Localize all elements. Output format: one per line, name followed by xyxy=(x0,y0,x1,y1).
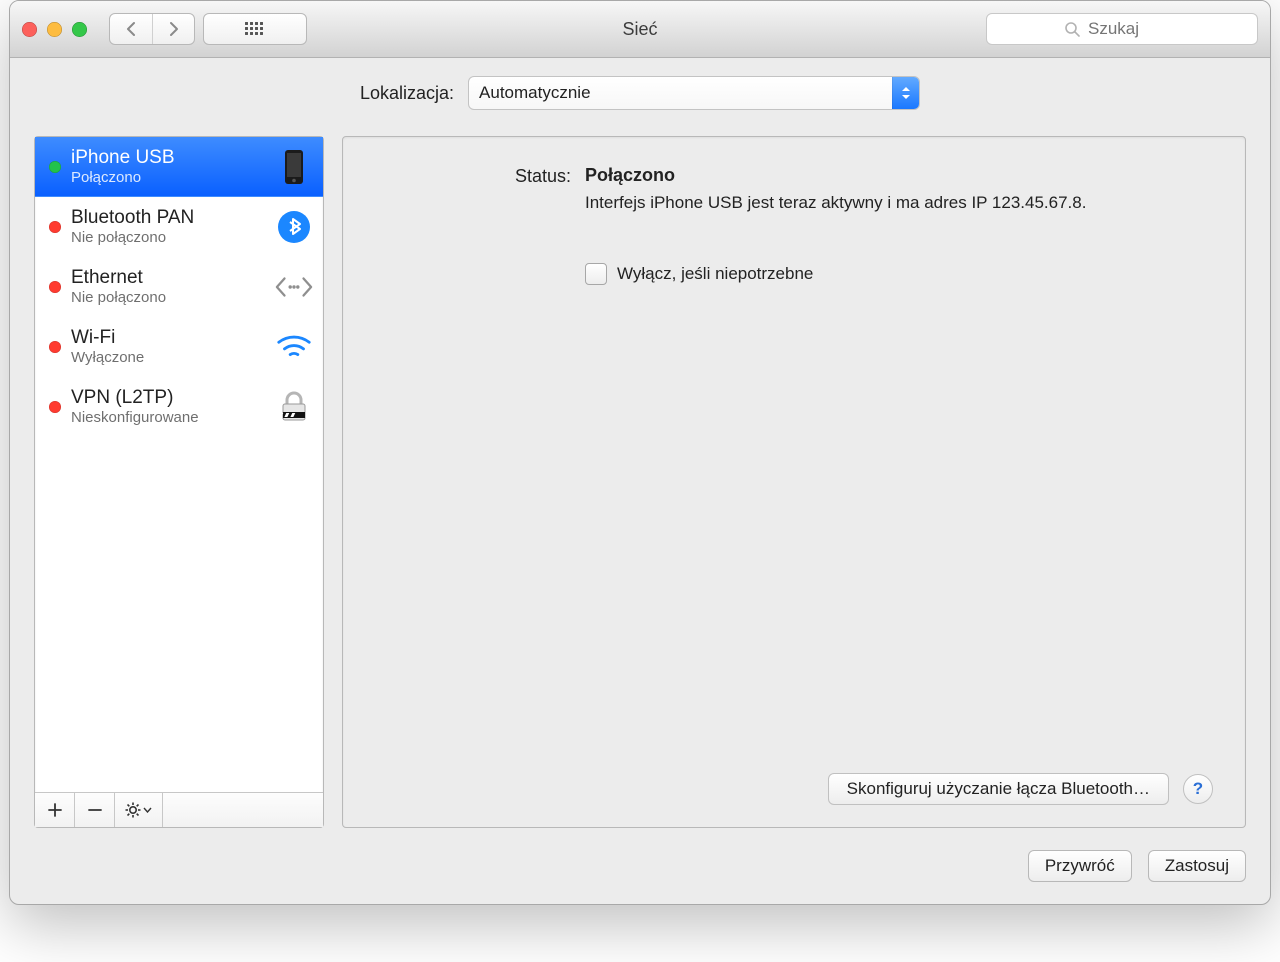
ethernet-icon xyxy=(275,274,313,300)
sidebar-toolbar xyxy=(35,792,323,827)
status-row: Status: Połączono Interfejs iPhone USB j… xyxy=(371,165,1213,215)
service-item-wifi[interactable]: Wi-Fi Wyłączone xyxy=(35,317,323,377)
service-status: Nie połączono xyxy=(71,229,265,246)
service-name: Wi-Fi xyxy=(71,327,265,349)
service-text: iPhone USB Połączono xyxy=(71,147,265,186)
service-name: Ethernet xyxy=(71,267,265,289)
service-text: Wi-Fi Wyłączone xyxy=(71,327,265,366)
status-dot-icon xyxy=(49,341,61,353)
gear-icon xyxy=(125,802,141,818)
remove-service-button[interactable] xyxy=(75,793,115,827)
close-window-button[interactable] xyxy=(22,22,37,37)
service-name: VPN (L2TP) xyxy=(71,387,265,409)
status-dot-icon xyxy=(49,281,61,293)
chevron-down-icon xyxy=(143,807,152,813)
question-mark-icon: ? xyxy=(1193,779,1203,799)
service-item-iphone-usb[interactable]: iPhone USB Połączono xyxy=(35,137,323,197)
location-popup[interactable]: Automatycznie xyxy=(468,76,920,110)
configure-bluetooth-button[interactable]: Skonfiguruj użyczanie łącza Bluetooth… xyxy=(828,773,1169,805)
add-service-button[interactable] xyxy=(35,793,75,827)
status-label: Status: xyxy=(371,165,571,215)
configure-bluetooth-label: Skonfiguruj użyczanie łącza Bluetooth… xyxy=(847,779,1150,799)
back-button[interactable] xyxy=(110,14,152,44)
titlebar: Sieć xyxy=(10,1,1270,58)
status-value: Połączono xyxy=(585,165,1213,186)
status-description: Interfejs iPhone USB jest teraz aktywny … xyxy=(585,192,1105,215)
service-text: Bluetooth PAN Nie połączono xyxy=(71,207,265,246)
forward-button[interactable] xyxy=(152,14,194,44)
revert-label: Przywróć xyxy=(1045,856,1115,876)
show-all-button[interactable] xyxy=(203,13,307,45)
service-item-ethernet[interactable]: Ethernet Nie połączono xyxy=(35,257,323,317)
disable-if-unneeded-label: Wyłącz, jeśli niepotrzebne xyxy=(617,264,813,284)
apply-label: Zastosuj xyxy=(1165,856,1229,876)
service-name: Bluetooth PAN xyxy=(71,207,265,229)
location-value: Automatycznie xyxy=(479,83,591,103)
minus-icon xyxy=(88,803,102,817)
iphone-icon xyxy=(275,149,313,185)
revert-button[interactable]: Przywróć xyxy=(1028,850,1132,882)
detail-footer: Skonfiguruj użyczanie łącza Bluetooth… ? xyxy=(371,773,1213,805)
wifi-icon xyxy=(275,332,313,362)
search-input[interactable] xyxy=(1086,18,1180,40)
service-text: VPN (L2TP) Nieskonfigurowane xyxy=(71,387,265,426)
content-area: Lokalizacja: Automatycznie iPhone USB Po… xyxy=(10,58,1270,904)
detail-panel: Status: Połączono Interfejs iPhone USB j… xyxy=(342,136,1246,828)
service-name: iPhone USB xyxy=(71,147,265,169)
disable-if-unneeded-row: Wyłącz, jeśli niepotrzebne xyxy=(585,263,1213,285)
disable-if-unneeded-checkbox[interactable] xyxy=(585,263,607,285)
service-item-bluetooth-pan[interactable]: Bluetooth PAN Nie połączono xyxy=(35,197,323,257)
lock-icon xyxy=(275,390,313,424)
apply-button[interactable]: Zastosuj xyxy=(1148,850,1246,882)
service-status: Wyłączone xyxy=(71,349,265,366)
plus-icon xyxy=(48,803,62,817)
chevron-left-icon xyxy=(125,21,137,37)
chevron-right-icon xyxy=(168,21,180,37)
popup-arrows-icon xyxy=(892,77,919,109)
network-prefpane-window: Sieć Lokalizacja: Automatycznie xyxy=(9,0,1271,905)
services-list: iPhone USB Połączono Bluetooth PAN Nie p… xyxy=(35,137,323,792)
zoom-window-button[interactable] xyxy=(72,22,87,37)
service-status: Nieskonfigurowane xyxy=(71,409,265,426)
service-item-vpn[interactable]: VPN (L2TP) Nieskonfigurowane xyxy=(35,377,323,437)
status-dot-icon xyxy=(49,221,61,233)
location-row: Lokalizacja: Automatycznie xyxy=(34,76,1246,110)
services-sidebar: iPhone USB Połączono Bluetooth PAN Nie p… xyxy=(34,136,324,828)
service-status: Połączono xyxy=(71,169,265,186)
minimize-window-button[interactable] xyxy=(47,22,62,37)
status-dot-icon xyxy=(49,401,61,413)
search-icon xyxy=(1064,21,1080,37)
traffic-lights xyxy=(22,22,87,37)
location-label: Lokalizacja: xyxy=(360,83,454,104)
grid-icon xyxy=(245,22,265,36)
status-dot-icon xyxy=(49,161,61,173)
nav-back-forward xyxy=(109,13,195,45)
search-field[interactable] xyxy=(986,13,1258,45)
service-text: Ethernet Nie połączono xyxy=(71,267,265,306)
actions-menu-button[interactable] xyxy=(115,793,163,827)
help-button[interactable]: ? xyxy=(1183,774,1213,804)
service-status: Nie połączono xyxy=(71,289,265,306)
bottom-bar: Przywróć Zastosuj xyxy=(34,850,1246,882)
bluetooth-icon xyxy=(275,210,313,244)
